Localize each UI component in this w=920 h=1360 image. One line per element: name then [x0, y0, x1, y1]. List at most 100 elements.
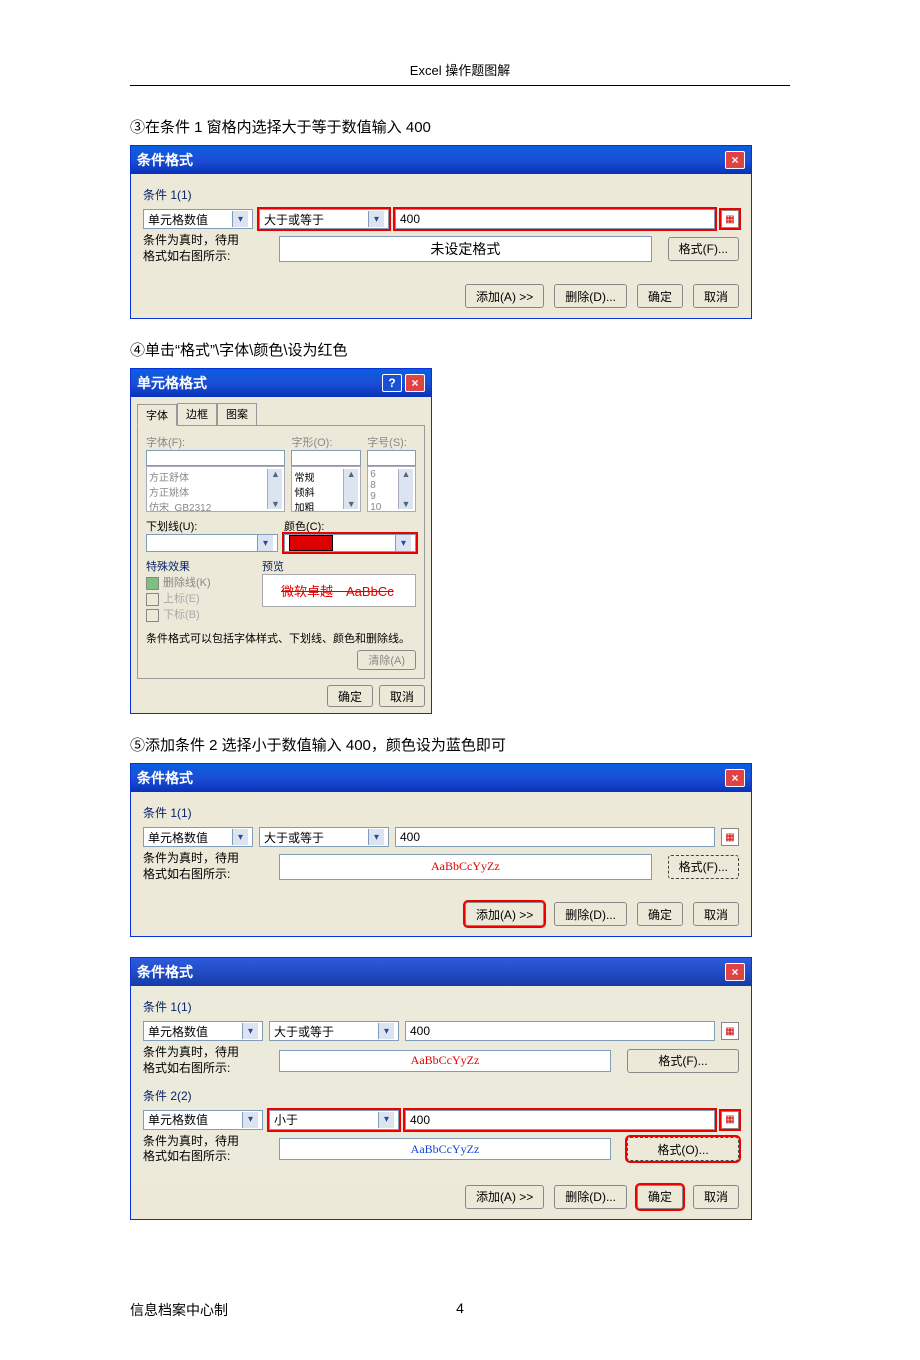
dialog-title: 单元格格式: [137, 373, 382, 393]
titlebar: 条件格式 ×: [131, 958, 751, 986]
tab-border[interactable]: 边框: [177, 403, 217, 425]
style-label: 字形(O):: [291, 434, 361, 450]
cell-value-combo[interactable]: 单元格数值▾: [143, 827, 253, 847]
chevron-down-icon: ▾: [368, 211, 384, 227]
format-preview-2: AaBbCcYyZz: [279, 1138, 611, 1160]
range-picker-icon[interactable]: ▦: [721, 210, 739, 228]
range-picker-icon[interactable]: ▦: [721, 1111, 739, 1129]
delete-button[interactable]: 删除(D)...: [554, 1185, 627, 1209]
chevron-down-icon: ▾: [368, 829, 384, 845]
preview-sample: 微软卓越 AaBbCc: [262, 574, 416, 607]
delete-button[interactable]: 删除(D)...: [554, 902, 627, 926]
operator-combo[interactable]: 大于或等于 ▾: [259, 209, 389, 229]
ok-button[interactable]: 确定: [637, 284, 683, 308]
format-button[interactable]: 格式(F)...: [668, 855, 739, 879]
page-header: Excel 操作题图解: [130, 60, 790, 79]
font-label: 字体(F):: [146, 434, 285, 450]
format-button-1[interactable]: 格式(F)...: [627, 1049, 739, 1073]
condition-1-label: 条件 1(1): [143, 804, 739, 821]
ok-button[interactable]: 确定: [637, 902, 683, 926]
color-swatch-red: [289, 535, 333, 551]
chevron-down-icon: ▾: [378, 1112, 394, 1128]
size-list[interactable]: 6 8 9 10 ▲▼: [367, 466, 416, 512]
operator-combo-1[interactable]: 大于或等于▾: [269, 1021, 399, 1041]
style-input[interactable]: [291, 450, 361, 466]
format-note: 条件格式可以包括字体样式、下划线、颜色和删除线。: [146, 630, 416, 646]
close-icon[interactable]: ×: [725, 151, 745, 169]
step-3-text: ③在条件 1 窗格内选择大于等于数值输入 400: [130, 116, 790, 137]
format-hint: 条件为真时，待用格式如右图所示:: [143, 851, 273, 882]
sub-label: 下标(B): [163, 609, 200, 621]
cell-value-combo[interactable]: 单元格数值▾: [143, 209, 253, 229]
range-picker-icon[interactable]: ▦: [721, 1022, 739, 1040]
chevron-down-icon: ▾: [395, 535, 411, 551]
super-label: 上标(E): [163, 593, 200, 605]
close-icon[interactable]: ×: [725, 769, 745, 787]
close-icon[interactable]: ×: [405, 374, 425, 392]
color-combo[interactable]: ▾: [284, 534, 416, 552]
value-input[interactable]: 400: [395, 827, 715, 847]
tab-font[interactable]: 字体: [137, 404, 177, 426]
close-icon[interactable]: ×: [725, 963, 745, 981]
add-button[interactable]: 添加(A) >>: [465, 284, 544, 308]
operator-combo[interactable]: 大于或等于▾: [259, 827, 389, 847]
cancel-button[interactable]: 取消: [379, 685, 425, 707]
format-preview: 未设定格式: [279, 236, 652, 262]
subscript-checkbox[interactable]: [146, 609, 159, 622]
format-button[interactable]: 格式(F)...: [668, 237, 739, 261]
value-input-1[interactable]: 400: [405, 1021, 715, 1041]
add-button[interactable]: 添加(A) >>: [465, 902, 544, 926]
size-input[interactable]: [367, 450, 416, 466]
dialog-conditional-format-2: 条件格式 × 条件 1(1) 单元格数值▾ 大于或等于▾ 400 ▦ 条件为真时…: [130, 763, 752, 937]
condition-2-label: 条件 2(2): [143, 1087, 739, 1104]
cell-value-combo-1[interactable]: 单元格数值▾: [143, 1021, 263, 1041]
underline-combo[interactable]: ▾: [146, 534, 278, 552]
chevron-down-icon: ▾: [232, 829, 248, 845]
operator-combo-2[interactable]: 小于▾: [269, 1110, 399, 1130]
strikethrough-checkbox[interactable]: [146, 577, 159, 590]
cell-value-combo-2[interactable]: 单元格数值▾: [143, 1110, 263, 1130]
format-preview: AaBbCcYyZz: [279, 854, 652, 880]
dialog-conditional-format-3: 条件格式 × 条件 1(1) 单元格数值▾ 大于或等于▾ 400 ▦ 条件为真时…: [130, 957, 752, 1219]
value-input-2[interactable]: 400: [405, 1110, 715, 1130]
ok-button[interactable]: 确定: [637, 1185, 683, 1209]
size-label: 字号(S):: [367, 434, 416, 450]
superscript-checkbox[interactable]: [146, 593, 159, 606]
dialog-title: 条件格式: [137, 768, 725, 788]
add-button[interactable]: 添加(A) >>: [465, 1185, 544, 1209]
font-input[interactable]: [146, 450, 285, 466]
font-list[interactable]: 方正舒体 方正姚体 仿宋_GB2312 黑体 ▲▼: [146, 466, 285, 512]
cancel-button[interactable]: 取消: [693, 284, 739, 308]
condition-1-label: 条件 1(1): [143, 186, 739, 203]
cancel-button[interactable]: 取消: [693, 1185, 739, 1209]
format-preview-1: AaBbCcYyZz: [279, 1050, 611, 1072]
condition-1-label: 条件 1(1): [143, 998, 739, 1015]
value-input[interactable]: 400: [395, 209, 715, 229]
cancel-button[interactable]: 取消: [693, 902, 739, 926]
effects-title: 特殊效果: [146, 558, 256, 574]
preview-title: 预览: [262, 558, 416, 574]
color-label: 颜色(C):: [284, 518, 416, 534]
clear-button[interactable]: 清除(A): [357, 650, 416, 670]
step-5-text: ⑤添加条件 2 选择小于数值输入 400，颜色设为蓝色即可: [130, 734, 790, 755]
format-hint-2: 条件为真时，待用格式如右图所示:: [143, 1134, 273, 1165]
dialog-cell-format: 单元格格式 ? × 字体 边框 图案 字体(F): 方正舒体 方正姚体 仿宋_G…: [130, 368, 432, 714]
titlebar: 条件格式 ×: [131, 764, 751, 792]
ok-button[interactable]: 确定: [327, 685, 373, 707]
chevron-down-icon: ▾: [378, 1023, 394, 1039]
step-4-text: ④单击“格式”\字体\颜色\设为红色: [130, 339, 790, 360]
chevron-down-icon: ▾: [257, 535, 273, 551]
help-icon[interactable]: ?: [382, 374, 402, 392]
footer-left: 信息档案中心制: [130, 1300, 350, 1320]
dialog-conditional-format-1: 条件格式 × 条件 1(1) 单元格数值▾ 大于或等于▾ 400 ▦ 条件为真时…: [130, 145, 752, 319]
header-rule: [130, 85, 790, 86]
style-list[interactable]: 常规 倾斜 加粗 加粗 倾斜 ▲▼: [291, 466, 361, 512]
operator-text: 大于或等于: [264, 211, 324, 228]
delete-button[interactable]: 删除(D)...: [554, 284, 627, 308]
range-picker-icon[interactable]: ▦: [721, 828, 739, 846]
cell-value-text: 单元格数值: [148, 211, 208, 228]
format-hint-1: 条件为真时，待用格式如右图所示:: [143, 1045, 273, 1076]
tab-pattern[interactable]: 图案: [217, 403, 257, 425]
format-button-2[interactable]: 格式(O)...: [627, 1137, 739, 1161]
dialog-title: 条件格式: [137, 150, 725, 170]
